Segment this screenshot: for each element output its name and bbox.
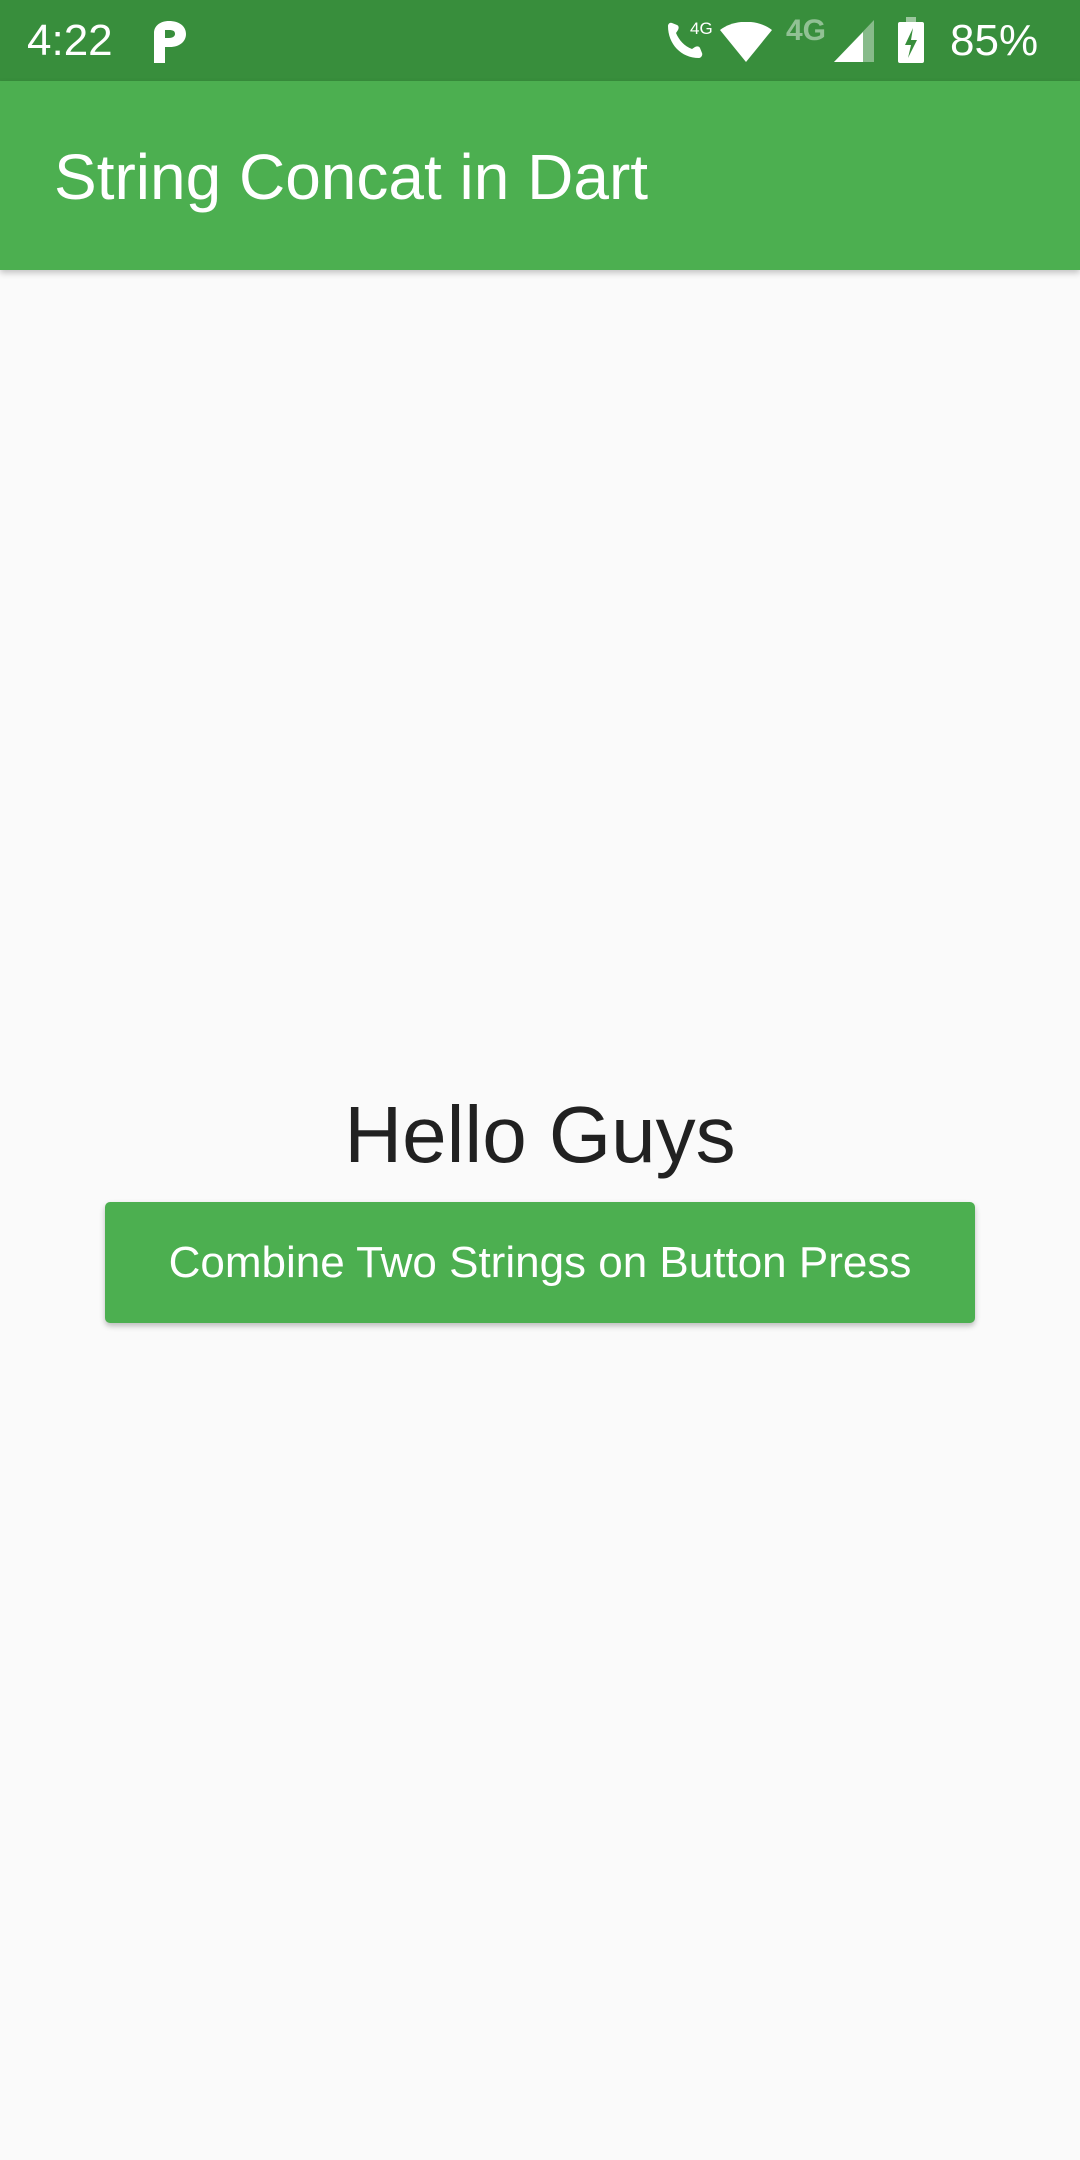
status-icons: 4G 4G 85% (540, 0, 1080, 81)
page-title: String Concat in Dart (54, 141, 649, 213)
message-text: Hello Guys (344, 1090, 736, 1179)
app-bar: String Concat in Dart (0, 81, 1080, 270)
status-bar: 4:22 4G 4G 85% (0, 0, 1080, 81)
combine-strings-button[interactable]: Combine Two Strings on Button Press (105, 1202, 975, 1323)
network-type-label: 4G (786, 14, 827, 47)
battery-percent: 85% (950, 16, 1039, 65)
call-badge: 4G (690, 19, 712, 38)
parking-p-icon (154, 21, 186, 63)
cell-signal-icon (834, 20, 874, 62)
battery-charging-icon (898, 17, 924, 63)
main-content: Hello Guys Combine Two Strings on Button… (0, 270, 1080, 2160)
wifi-icon (720, 22, 772, 62)
status-time: 4:22 (27, 16, 113, 65)
volte-call-icon: 4G (668, 19, 712, 58)
